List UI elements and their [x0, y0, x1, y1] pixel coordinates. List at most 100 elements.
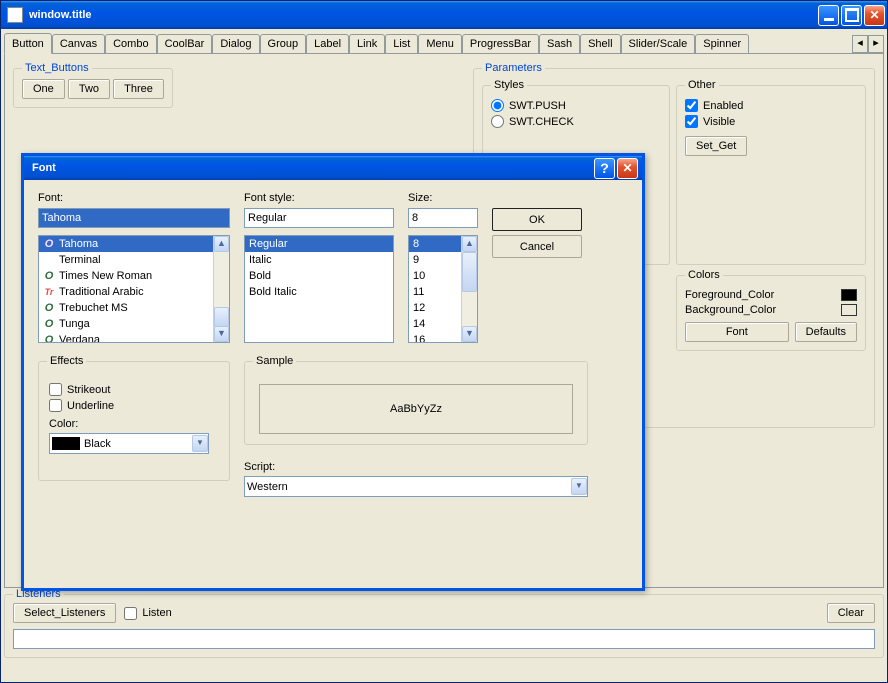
font-style-list[interactable]: Regular Italic Bold Bold Italic: [244, 235, 394, 343]
text-button-two[interactable]: Two: [68, 79, 110, 99]
colors-group: Colors Foreground_Color Background_Color…: [676, 275, 866, 351]
defaults-button[interactable]: Defaults: [795, 322, 857, 342]
style-item-bold[interactable]: Bold: [245, 268, 393, 284]
ok-button[interactable]: OK: [492, 208, 582, 231]
size-list-scrollbar[interactable]: ▲ ▼: [461, 236, 477, 342]
sample-group: Sample AaBbYyZz: [244, 361, 588, 445]
visible-checkbox[interactable]: Visible: [685, 115, 857, 128]
tab-sash[interactable]: Sash: [539, 34, 580, 53]
size-item-8[interactable]: 8: [409, 236, 461, 252]
size-item-16[interactable]: 16: [409, 332, 461, 342]
size-item-11[interactable]: 11: [409, 284, 461, 300]
titlebar: window.title: [1, 1, 887, 29]
chevron-down-icon: ▼: [192, 435, 208, 452]
font-item-verdana[interactable]: OVerdana: [39, 332, 213, 342]
select-listeners-button[interactable]: Select_Listeners: [13, 603, 116, 623]
style-swt-check-label: SWT.CHECK: [509, 116, 574, 128]
help-button[interactable]: ?: [594, 158, 615, 179]
tab-spinner[interactable]: Spinner: [695, 34, 749, 53]
script-combo[interactable]: Western ▼: [244, 476, 588, 497]
font-item-tahoma[interactable]: OTahoma: [39, 236, 213, 252]
font-list[interactable]: OTahoma Terminal OTimes New Roman TrTrad…: [38, 235, 230, 343]
enabled-checkbox[interactable]: Enabled: [685, 99, 857, 112]
style-swt-push-radio[interactable]: SWT.PUSH: [491, 99, 661, 112]
style-item-regular[interactable]: Regular: [245, 236, 393, 252]
close-button[interactable]: [864, 5, 885, 26]
app-icon: [7, 7, 23, 23]
clear-button[interactable]: Clear: [827, 603, 875, 623]
listen-checkbox[interactable]: Listen: [124, 607, 171, 620]
tab-button[interactable]: Button: [4, 33, 52, 54]
font-item-trebuchet[interactable]: OTrebuchet MS: [39, 300, 213, 316]
background-color-button[interactable]: [841, 304, 857, 316]
minimize-button[interactable]: [818, 5, 839, 26]
tab-coolbar[interactable]: CoolBar: [157, 34, 213, 53]
script-label: Script:: [244, 461, 588, 473]
font-dialog-titlebar: Font ? ✕: [24, 156, 642, 180]
text-button-one[interactable]: One: [22, 79, 65, 99]
maximize-button[interactable]: [841, 5, 862, 26]
size-item-10[interactable]: 10: [409, 268, 461, 284]
font-list-scrollbar[interactable]: ▲ ▼: [213, 236, 229, 342]
tab-link[interactable]: Link: [349, 34, 385, 53]
cancel-button[interactable]: Cancel: [492, 235, 582, 258]
effects-title: Effects: [47, 355, 86, 367]
color-label: Color:: [49, 418, 219, 430]
tab-sliderscale[interactable]: Slider/Scale: [621, 34, 696, 53]
foreground-color-button[interactable]: [841, 289, 857, 301]
color-combo[interactable]: Black ▼: [49, 433, 209, 454]
style-item-italic[interactable]: Italic: [245, 252, 393, 268]
style-item-bolditalic[interactable]: Bold Italic: [245, 284, 393, 300]
tab-shell[interactable]: Shell: [580, 34, 620, 53]
tab-bar: Button Canvas Combo CoolBar Dialog Group…: [4, 32, 884, 54]
size-input[interactable]: [408, 208, 478, 228]
script-value: Western: [247, 481, 288, 493]
tab-combo[interactable]: Combo: [105, 34, 156, 53]
font-item-traditional-arabic[interactable]: TrTraditional Arabic: [39, 284, 213, 300]
tab-progressbar[interactable]: ProgressBar: [462, 34, 539, 53]
scroll-up-icon[interactable]: ▲: [462, 236, 477, 252]
size-item-12[interactable]: 12: [409, 300, 461, 316]
tab-scroll-right-button[interactable]: ▸: [868, 35, 884, 53]
size-item-14[interactable]: 14: [409, 316, 461, 332]
font-item-times[interactable]: OTimes New Roman: [39, 268, 213, 284]
scroll-thumb[interactable]: [214, 307, 229, 327]
other-group: Other Enabled Visible Set_Get: [676, 85, 866, 265]
tab-group[interactable]: Group: [260, 34, 307, 53]
font-item-terminal[interactable]: Terminal: [39, 252, 213, 268]
listeners-output[interactable]: [13, 629, 875, 649]
tab-label[interactable]: Label: [306, 34, 349, 53]
font-dialog-title: Font: [32, 162, 56, 174]
scroll-up-icon[interactable]: ▲: [214, 236, 229, 252]
tab-scroll-left-button[interactable]: ◂: [852, 35, 868, 53]
chevron-down-icon: ▼: [571, 478, 587, 495]
underline-label: Underline: [67, 400, 114, 412]
tab-list[interactable]: List: [385, 34, 418, 53]
size-item-9[interactable]: 9: [409, 252, 461, 268]
font-label: Font:: [38, 192, 230, 204]
font-style-input[interactable]: [244, 208, 394, 228]
strikeout-label: Strikeout: [67, 384, 110, 396]
tab-menu[interactable]: Menu: [418, 34, 462, 53]
set-get-button[interactable]: Set_Get: [685, 136, 747, 156]
parameters-title: Parameters: [482, 62, 545, 74]
size-list[interactable]: 8 9 10 11 12 14 16 ▲ ▼: [408, 235, 478, 343]
scroll-down-icon[interactable]: ▼: [214, 326, 229, 342]
strikeout-checkbox[interactable]: Strikeout: [49, 383, 219, 396]
scroll-thumb[interactable]: [462, 252, 477, 292]
font-button[interactable]: Font: [685, 322, 789, 342]
text-button-three[interactable]: Three: [113, 79, 164, 99]
underline-checkbox[interactable]: Underline: [49, 399, 219, 412]
color-value: Black: [84, 438, 111, 450]
foreground-color-label: Foreground_Color: [685, 289, 774, 301]
tab-dialog[interactable]: Dialog: [212, 34, 259, 53]
tab-canvas[interactable]: Canvas: [52, 34, 105, 53]
style-swt-check-radio[interactable]: SWT.CHECK: [491, 115, 661, 128]
font-input[interactable]: [38, 208, 230, 228]
scroll-down-icon[interactable]: ▼: [462, 326, 477, 342]
font-dialog: Font ? ✕ Font: Font style: Size: OK: [21, 153, 645, 591]
effects-group: Effects Strikeout Underline Color: Black…: [38, 361, 230, 481]
font-dialog-close-button[interactable]: ✕: [617, 158, 638, 179]
main-window: window.title Button Canvas Combo CoolBar…: [0, 0, 888, 683]
font-item-tunga[interactable]: OTunga: [39, 316, 213, 332]
